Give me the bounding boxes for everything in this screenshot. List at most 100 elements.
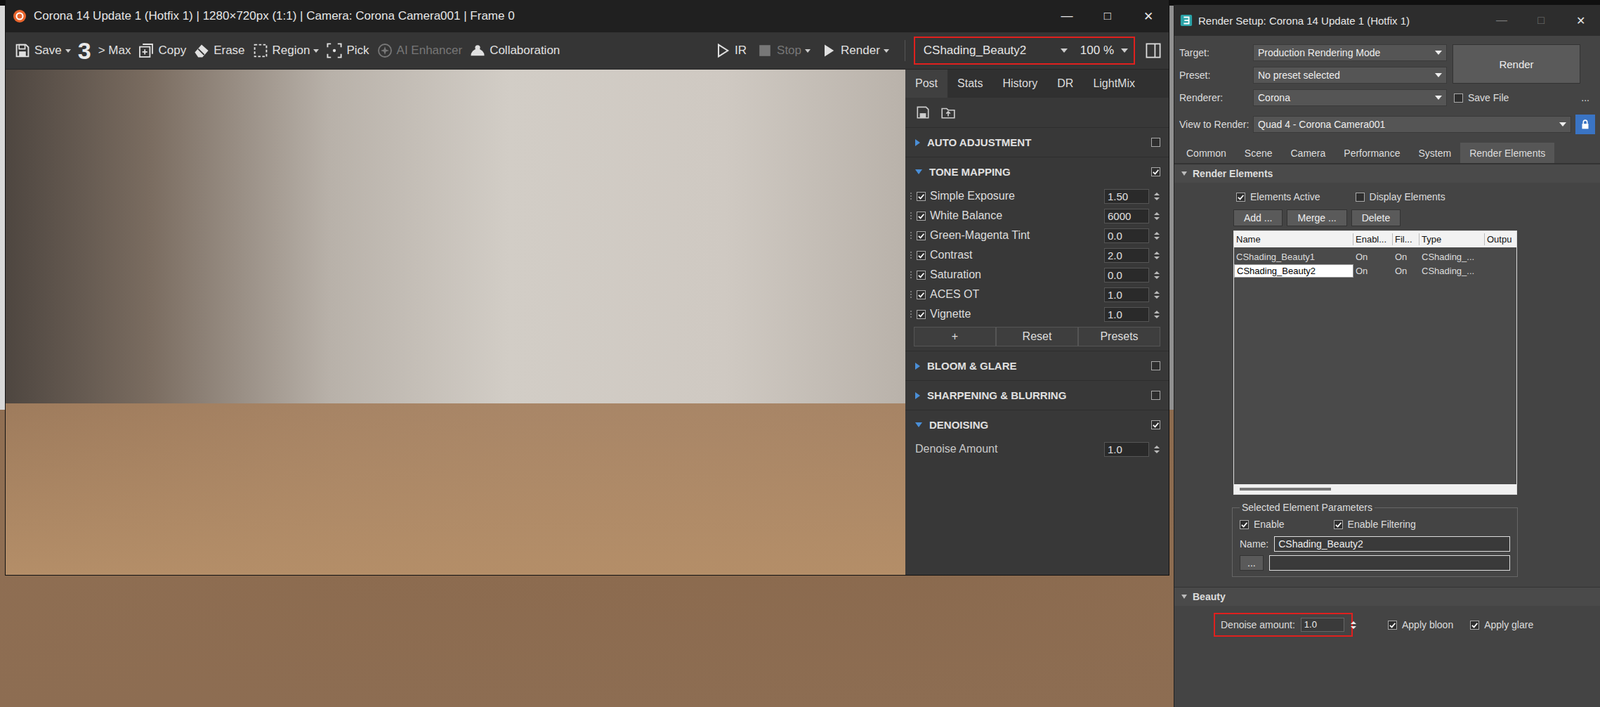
panel-tab[interactable]: LightMix [1083,69,1145,98]
erase-button[interactable]: Erase [193,42,245,59]
view-to-render-dropdown[interactable]: Quad 4 - Corona Camera001 [1253,115,1572,133]
section-header[interactable]: BLOOM & GLARE [905,351,1169,380]
enable-checkbox[interactable]: Enable [1239,518,1285,530]
checkbox[interactable] [916,270,926,280]
number-field[interactable]: 1.50 [1104,188,1150,204]
number-field[interactable]: 6000 [1104,208,1150,224]
apply-glare-checkbox[interactable]: Apply glare [1470,618,1534,631]
zoom-dropdown[interactable]: 100 % [1078,40,1130,61]
window-control[interactable]: — [1482,14,1522,28]
number-field[interactable]: 1.0 [1300,617,1345,632]
checkbox[interactable] [1470,620,1480,630]
max-logo[interactable]: 3 [77,38,92,63]
number-field[interactable]: 0.0 [1104,267,1150,283]
drag-handle-icon[interactable] [909,191,913,201]
checkbox[interactable] [1151,137,1161,147]
dropdown[interactable]: No preset selected [1253,66,1447,84]
element-button[interactable]: Add ... [1233,209,1283,227]
checkbox[interactable] [916,250,926,260]
copy-button[interactable]: Copy [137,42,187,59]
column-header[interactable]: Enabl... [1353,233,1393,246]
output-path-field[interactable] [1269,554,1511,571]
spinner-icon[interactable] [1349,620,1357,629]
column-header[interactable]: Type [1419,233,1485,246]
section-header[interactable]: SHARPENING & BLURRING [905,380,1169,410]
save-button[interactable]: Save [14,42,71,59]
panel-toggle-icon[interactable] [1144,42,1162,59]
checkbox[interactable] [1453,93,1464,103]
spinner-icon[interactable] [1153,212,1161,220]
checkbox[interactable] [1151,167,1161,177]
number-field[interactable]: 1.0 [1104,441,1150,457]
apply-bloom-checkbox[interactable]: Apply bloon [1387,618,1454,631]
section-header[interactable]: DENOISING [905,410,1169,439]
enable-filtering-checkbox[interactable]: Enable Filtering [1333,518,1416,530]
panel-tab[interactable]: History [992,69,1048,98]
spinner-icon[interactable] [1153,192,1161,201]
checkbox[interactable] [916,211,926,221]
table-row[interactable]: CShading_Beauty2OnOnCShading_... [1234,263,1517,278]
section-header[interactable]: TONE MAPPING [905,157,1169,187]
section-header[interactable]: AUTO ADJUSTMENT [905,127,1169,157]
column-header[interactable]: Fil... [1392,233,1420,246]
drag-handle-icon[interactable] [909,250,913,260]
number-field[interactable]: 1.0 [1104,287,1150,303]
panel-tab[interactable]: Stats [947,69,993,98]
checkbox[interactable] [1333,519,1343,529]
ir-button[interactable]: IR [714,42,747,59]
pick-button[interactable]: Pick [325,42,369,59]
spinner-icon[interactable] [1153,310,1161,319]
panel-button[interactable]: + [913,326,996,347]
drag-handle-icon[interactable] [909,309,913,319]
rollout-header[interactable]: Beauty [1174,587,1600,606]
checkbox[interactable] [1236,192,1246,202]
drag-handle-icon[interactable] [909,211,913,220]
setup-tab[interactable]: System [1408,142,1461,163]
checkbox[interactable] [1151,361,1161,371]
display-elements-checkbox[interactable]: Display Elements [1355,191,1446,203]
checkbox[interactable] [1387,620,1398,630]
number-field[interactable]: 1.0 [1104,306,1150,322]
setup-tab[interactable]: Performance [1334,142,1409,163]
stop-button[interactable]: Stop [756,42,811,59]
panel-tab[interactable]: Post [905,69,948,98]
drag-handle-icon[interactable] [909,290,913,299]
spinner-icon[interactable] [1153,445,1161,454]
window-control[interactable]: ✕ [1560,14,1600,28]
render-element-dropdown[interactable]: CShading_Beauty2 [919,40,1072,61]
checkbox[interactable] [916,191,926,201]
render-button[interactable]: Render [1452,44,1581,84]
window-control[interactable]: □ [1521,14,1561,28]
name-field[interactable]: CShading_Beauty2 [1274,535,1511,552]
region-button[interactable]: Region [252,42,320,59]
horizontal-scrollbar[interactable] [1234,483,1517,494]
collab-button[interactable]: Collaboration [469,42,560,59]
panel-button[interactable]: Presets [1078,326,1161,347]
setup-tab[interactable]: Scene [1235,142,1282,163]
panel-button[interactable]: Reset [995,326,1079,347]
checkbox[interactable] [916,309,926,319]
checkbox[interactable] [1355,192,1365,202]
render-button[interactable]: Render [820,42,890,59]
number-field[interactable]: 0.0 [1104,228,1150,244]
save-preset-icon[interactable] [915,104,931,121]
dropdown[interactable]: Production Rendering Mode [1253,44,1447,62]
load-preset-icon[interactable] [940,104,956,121]
window-control[interactable]: — [1046,9,1088,24]
checkbox[interactable] [916,231,926,241]
setup-tab[interactable]: Common [1177,142,1236,163]
setup-tab[interactable]: Camera [1281,142,1336,163]
window-control[interactable]: ✕ [1128,9,1169,24]
number-field[interactable]: 2.0 [1104,247,1150,263]
more-button[interactable]: ... [1581,92,1590,104]
panel-tab[interactable]: DR [1047,69,1084,98]
spinner-icon[interactable] [1153,251,1161,260]
browse-button[interactable]: ... [1239,554,1264,571]
setup-tab[interactable]: Render Elements [1460,142,1555,163]
spinner-icon[interactable] [1153,231,1161,240]
rollout-header[interactable]: Render Elements [1174,164,1600,183]
element-button[interactable]: Merge ... [1286,209,1347,227]
elements-active-checkbox[interactable]: Elements Active [1236,191,1321,203]
ai-button[interactable]: AI Enhancer [376,42,463,59]
drag-handle-icon[interactable] [909,270,913,279]
